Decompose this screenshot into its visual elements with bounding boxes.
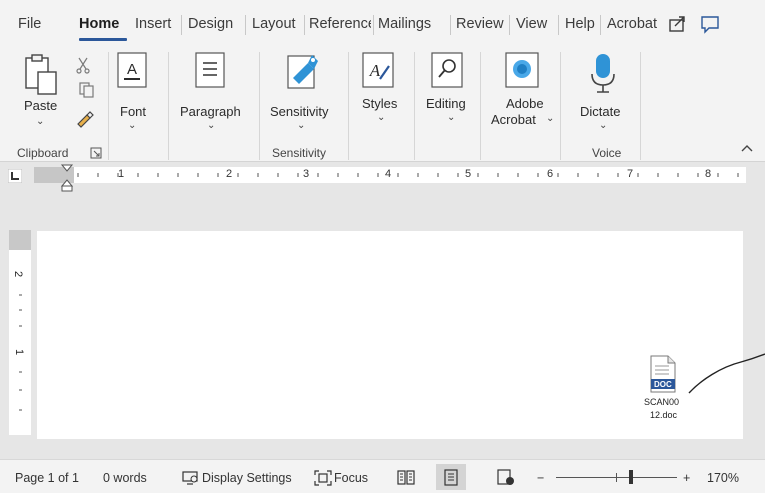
editing-label[interactable]: Editing bbox=[426, 96, 466, 111]
svg-text:A: A bbox=[127, 61, 137, 78]
print-layout-icon[interactable] bbox=[443, 469, 459, 486]
document-page[interactable] bbox=[37, 231, 743, 439]
ink-stroke bbox=[688, 353, 765, 394]
focus-mode[interactable]: Focus bbox=[334, 471, 368, 485]
file-name-line2: 12.doc bbox=[650, 410, 678, 419]
horizontal-ruler: 1 2 3 4 5 6 7 8 bbox=[0, 162, 765, 192]
dictate-label[interactable]: Dictate bbox=[580, 104, 620, 119]
cut-icon[interactable] bbox=[74, 56, 92, 74]
paragraph-label[interactable]: Paragraph bbox=[180, 104, 241, 119]
vertical-ruler-page: 2 1 bbox=[9, 250, 31, 435]
tab-file[interactable]: File bbox=[18, 16, 41, 32]
tab-separator bbox=[304, 15, 305, 35]
tab-separator bbox=[373, 15, 374, 35]
styles-label[interactable]: Styles bbox=[362, 96, 397, 111]
comment-icon[interactable] bbox=[699, 13, 721, 35]
tab-review[interactable]: Review bbox=[456, 16, 504, 32]
format-painter-icon[interactable] bbox=[75, 109, 95, 129]
status-bar: Page 1 of 1 0 words Display Settings Foc… bbox=[0, 459, 765, 493]
adobe-dropdown-chevron[interactable]: ⌄ bbox=[546, 113, 554, 124]
tab-view[interactable]: View bbox=[516, 16, 547, 32]
zoom-in-button[interactable]: + bbox=[683, 471, 690, 485]
paste-label[interactable]: Paste bbox=[24, 98, 57, 113]
group-separator bbox=[259, 52, 260, 160]
adobe-acrobat-icon[interactable] bbox=[505, 52, 539, 90]
sensitivity-dropdown-chevron[interactable]: ⌄ bbox=[297, 120, 305, 131]
zoom-level[interactable]: 170% bbox=[707, 471, 739, 485]
group-separator bbox=[348, 52, 349, 160]
paste-dropdown-chevron[interactable]: ⌄ bbox=[36, 116, 44, 127]
sensitivity-group-label: Sensitivity bbox=[272, 146, 327, 160]
tab-help[interactable]: Help bbox=[565, 16, 595, 32]
tab-separator bbox=[450, 15, 451, 35]
styles-icon[interactable]: A bbox=[362, 52, 394, 90]
tab-home[interactable]: Home bbox=[79, 16, 119, 32]
group-separator bbox=[480, 52, 481, 160]
display-settings[interactable]: Display Settings bbox=[202, 471, 292, 485]
font-label[interactable]: Font bbox=[120, 104, 146, 119]
ribbon: Paste ⌄ Clipboard A Font ⌄ Paragraph ⌄ S… bbox=[0, 44, 765, 162]
editing-dropdown-chevron[interactable]: ⌄ bbox=[447, 112, 455, 123]
sensitivity-icon[interactable] bbox=[284, 50, 320, 92]
ruler-ticks bbox=[77, 173, 739, 177]
font-icon[interactable]: A bbox=[117, 52, 147, 90]
tab-layout[interactable]: Layout bbox=[252, 16, 296, 32]
doc-badge: DOC bbox=[654, 380, 672, 389]
styles-dropdown-chevron[interactable]: ⌄ bbox=[377, 112, 385, 123]
copy-icon[interactable] bbox=[78, 81, 96, 99]
group-separator bbox=[168, 52, 169, 160]
svg-text:A: A bbox=[369, 61, 381, 80]
collapse-ribbon-icon[interactable] bbox=[740, 142, 754, 154]
file-name-line1: SCAN00 bbox=[644, 397, 680, 407]
voice-group-label: Voice bbox=[592, 146, 622, 160]
dictate-dropdown-chevron[interactable]: ⌄ bbox=[599, 120, 607, 131]
paragraph-dropdown-chevron[interactable]: ⌄ bbox=[207, 120, 215, 131]
zoom-slider-thumb[interactable] bbox=[629, 470, 634, 484]
group-separator bbox=[414, 52, 415, 160]
tab-separator bbox=[558, 15, 559, 35]
tab-insert[interactable]: Insert bbox=[135, 16, 171, 32]
group-separator bbox=[108, 52, 109, 160]
embedded-file-object[interactable]: DOC SCAN00 12.doc bbox=[640, 353, 686, 421]
vertical-ruler-ticks bbox=[19, 294, 22, 411]
paragraph-icon[interactable] bbox=[195, 52, 225, 90]
sensitivity-label[interactable]: Sensitivity bbox=[270, 104, 329, 119]
tab-design[interactable]: Design bbox=[188, 16, 233, 32]
display-settings-icon bbox=[182, 471, 198, 485]
group-separator bbox=[560, 52, 561, 160]
adobe-label-line1[interactable]: Adobe bbox=[506, 96, 544, 111]
font-dropdown-chevron[interactable]: ⌄ bbox=[128, 120, 136, 131]
zoom-slider-midpoint bbox=[616, 473, 617, 482]
zoom-out-button[interactable]: − bbox=[537, 471, 544, 485]
tab-separator bbox=[245, 15, 246, 35]
tab-separator bbox=[600, 15, 601, 35]
clipboard-group-label: Clipboard bbox=[17, 146, 69, 160]
word-count[interactable]: 0 words bbox=[103, 471, 147, 485]
tab-acrobat[interactable]: Acrobat bbox=[607, 16, 657, 32]
focus-icon bbox=[314, 470, 332, 486]
tab-references[interactable]: Reference bbox=[309, 16, 371, 32]
ribbon-tab-bar: File Home Insert Design Layout Reference… bbox=[0, 0, 765, 44]
share-icon[interactable] bbox=[667, 13, 689, 35]
microphone-icon[interactable] bbox=[588, 52, 618, 96]
read-mode-icon[interactable] bbox=[397, 470, 415, 486]
tab-separator bbox=[181, 15, 182, 35]
adobe-label-line2[interactable]: Acrobat bbox=[491, 112, 536, 127]
web-layout-icon[interactable] bbox=[497, 469, 515, 486]
paste-icon[interactable] bbox=[22, 52, 60, 96]
page-count[interactable]: Page 1 of 1 bbox=[15, 471, 79, 485]
tab-mailings[interactable]: Mailings bbox=[378, 16, 431, 32]
editing-icon[interactable] bbox=[431, 52, 463, 90]
active-tab-indicator bbox=[79, 38, 127, 41]
tab-separator bbox=[509, 15, 510, 35]
dialog-launcher-icon[interactable] bbox=[90, 147, 102, 159]
group-separator bbox=[640, 52, 641, 160]
